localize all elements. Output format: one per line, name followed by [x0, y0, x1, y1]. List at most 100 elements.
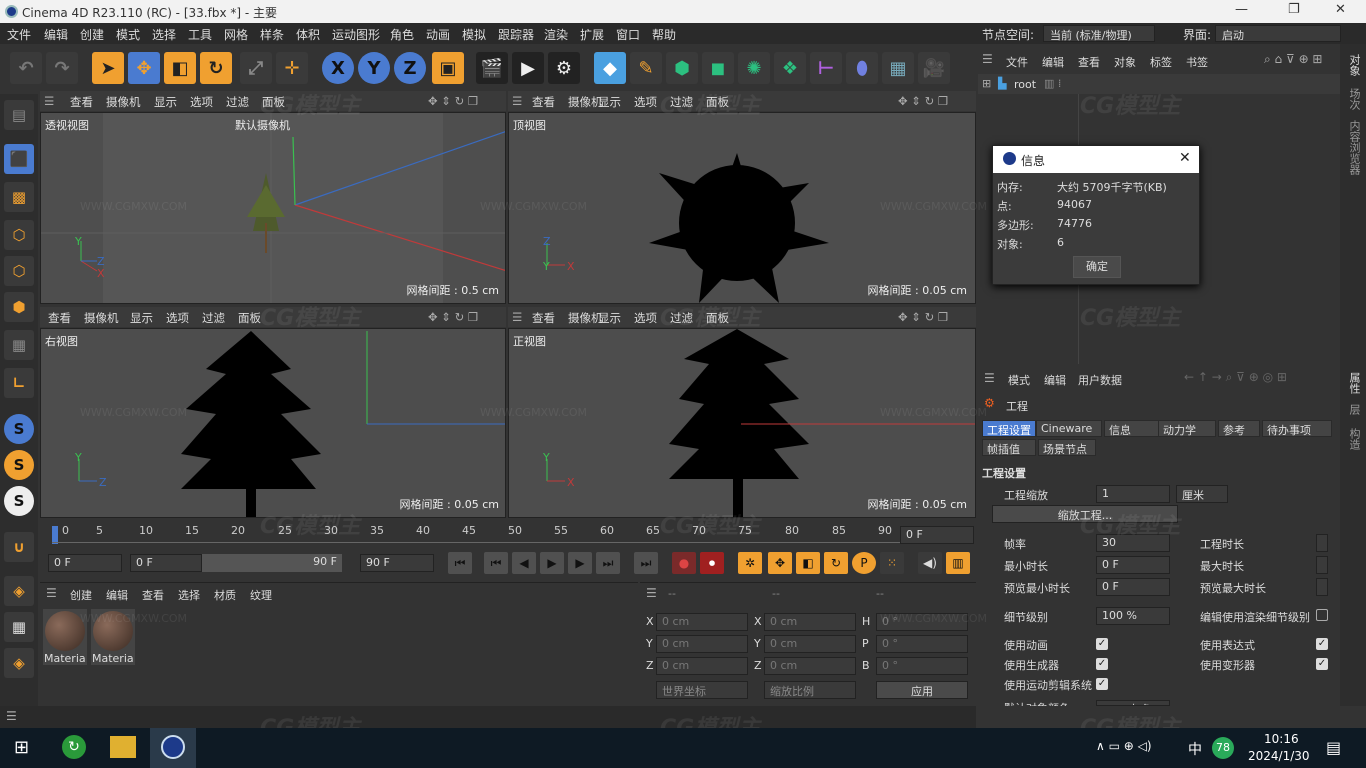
- vp4-menu-options[interactable]: 选项: [634, 310, 657, 326]
- menu-render[interactable]: 渲染: [544, 26, 568, 43]
- pen-icon[interactable]: ✎: [630, 52, 662, 84]
- menu-mograph[interactable]: 运动图形: [332, 26, 380, 43]
- model-mode-icon[interactable]: ⬛: [4, 144, 34, 174]
- menu-select[interactable]: 选择: [152, 26, 176, 43]
- vtab-attributes[interactable]: 属性: [1346, 372, 1362, 394]
- mat-menu-texture[interactable]: 纹理: [250, 587, 272, 603]
- next-key-icon[interactable]: ⏭: [596, 552, 620, 574]
- polygons-mode-icon[interactable]: ⬢: [4, 292, 34, 322]
- use-motion-system-checkbox[interactable]: ✓: [1096, 678, 1108, 690]
- vp3-menu-view[interactable]: 查看: [48, 310, 71, 326]
- tab-reference[interactable]: 参考: [1218, 420, 1260, 437]
- key-pla-icon[interactable]: ⁙: [880, 552, 904, 574]
- mograph-array-icon[interactable]: ❖: [774, 52, 806, 84]
- menu-animate[interactable]: 动画: [426, 26, 450, 43]
- x-axis-button[interactable]: X: [322, 52, 354, 84]
- dialog-ok-button[interactable]: 确定: [1073, 256, 1121, 278]
- extrude-icon[interactable]: ◼: [702, 52, 734, 84]
- render-view-icon[interactable]: 🎬: [476, 52, 508, 84]
- size-x-field[interactable]: 0 cm: [764, 613, 856, 631]
- points-mode-icon[interactable]: ⬡: [4, 220, 34, 250]
- snap-settings-icon[interactable]: S: [4, 450, 34, 480]
- vp1-menu-camera[interactable]: 摄像机: [106, 94, 141, 110]
- object-visibility-icon[interactable]: ▥ ⁞: [1044, 77, 1061, 90]
- render-to-picture-viewer-icon[interactable]: ▶: [512, 52, 544, 84]
- go-to-end-icon[interactable]: ⏭: [634, 552, 658, 574]
- start-frame-field[interactable]: 0 F: [48, 554, 122, 572]
- attr-menu-edit[interactable]: 编辑: [1044, 372, 1066, 388]
- use-deformers-checkbox[interactable]: ✓: [1316, 658, 1328, 670]
- tab-scene-nodes[interactable]: 场景节点: [1038, 439, 1096, 456]
- menu-character[interactable]: 角色: [390, 26, 414, 43]
- notification-icon[interactable]: ▤: [1326, 738, 1341, 757]
- obj-menu-object[interactable]: 对象: [1114, 54, 1136, 70]
- attr-menu-userdata[interactable]: 用户数据: [1078, 372, 1122, 388]
- preview-min-field[interactable]: 0 F: [1096, 578, 1170, 596]
- use-generators-checkbox[interactable]: ✓: [1096, 658, 1108, 670]
- project-scale-field[interactable]: 1: [1096, 485, 1170, 503]
- project-unit-dropdown[interactable]: 厘米: [1176, 485, 1228, 503]
- vtab-content-browser[interactable]: 内容浏览器: [1346, 120, 1362, 175]
- previous-frame-icon[interactable]: ◀: [512, 552, 536, 574]
- security-badge[interactable]: 78: [1212, 737, 1234, 759]
- browser-app-icon[interactable]: ↻: [62, 735, 86, 759]
- menu-edit[interactable]: 编辑: [44, 26, 68, 43]
- play-icon[interactable]: ▶: [540, 552, 564, 574]
- previous-key-icon[interactable]: ⏮: [484, 552, 508, 574]
- workplane-icon[interactable]: ◈: [4, 576, 34, 606]
- windows-start-icon[interactable]: ⊞: [14, 737, 29, 758]
- vp1-menu-filter[interactable]: 过滤: [226, 94, 249, 110]
- clock-date[interactable]: 2024/1/30: [1248, 749, 1310, 763]
- pos-z-field[interactable]: 0 cm: [656, 657, 748, 675]
- clock-time[interactable]: 10:16: [1264, 732, 1299, 746]
- obj-menu-bookmark[interactable]: 书签: [1186, 54, 1208, 70]
- pos-y-field[interactable]: 0 cm: [656, 635, 748, 653]
- viewport-right[interactable]: 右视图 Y Z 网格间距 : 0.05 cm: [40, 328, 506, 518]
- tab-todo[interactable]: 待办事项: [1262, 420, 1332, 437]
- render-settings-icon[interactable]: ⚙: [548, 52, 580, 84]
- menu-file[interactable]: 文件: [7, 26, 31, 43]
- minimize-button[interactable]: —: [1235, 2, 1248, 17]
- dialog-close-button[interactable]: ✕: [1179, 150, 1191, 166]
- viewport-hamburger-icon[interactable]: ☰: [512, 94, 522, 108]
- record-icon[interactable]: ●: [672, 552, 696, 574]
- object-search-icon[interactable]: ⌕ ⌂ ⊽ ⊕ ⊞: [1264, 52, 1323, 67]
- camera-icon[interactable]: 🎥: [918, 52, 950, 84]
- menu-window[interactable]: 窗口: [616, 26, 640, 43]
- snap-icon[interactable]: S: [4, 414, 34, 444]
- use-animation-checkbox[interactable]: ✓: [1096, 638, 1108, 650]
- make-editable-icon[interactable]: ▤: [4, 100, 34, 130]
- node-space-dropdown[interactable]: 当前 (标准/物理): [1043, 25, 1155, 42]
- snap-3d-icon[interactable]: S: [4, 486, 34, 516]
- vtab-structure[interactable]: 构造: [1346, 428, 1362, 450]
- undo-icon[interactable]: ↶: [10, 52, 42, 84]
- select-tool-icon[interactable]: ➤: [92, 52, 124, 84]
- vp3-menu-display[interactable]: 显示: [130, 310, 153, 326]
- max-time-field[interactable]: [1316, 556, 1328, 574]
- mat-menu-edit[interactable]: 编辑: [106, 587, 128, 603]
- default-color-dropdown[interactable]: 60% 灰色: [1096, 700, 1170, 706]
- move-tool-icon[interactable]: ✥: [128, 52, 160, 84]
- attr-menu-mode[interactable]: 模式: [1008, 372, 1030, 388]
- obj-menu-tag[interactable]: 标签: [1150, 54, 1172, 70]
- vp3-menu-filter[interactable]: 过滤: [202, 310, 225, 326]
- close-button[interactable]: ✕: [1335, 2, 1346, 17]
- recent-tool-icon[interactable]: ⤢: [240, 52, 272, 84]
- mat-menu-create[interactable]: 创建: [70, 587, 92, 603]
- range-end-field[interactable]: 90 F: [292, 554, 342, 572]
- rot-p-field[interactable]: 0 °: [876, 635, 968, 653]
- current-frame-field[interactable]: 0 F: [900, 526, 974, 544]
- project-time-field[interactable]: [1316, 534, 1328, 552]
- vtab-objects[interactable]: 对象: [1346, 54, 1362, 76]
- deformer-icon[interactable]: ⊢: [810, 52, 842, 84]
- size-z-field[interactable]: 0 cm: [764, 657, 856, 675]
- keyframe-selection-icon[interactable]: ✲: [738, 552, 762, 574]
- vtab-takes[interactable]: 场次: [1346, 88, 1362, 110]
- tray-icons[interactable]: ∧ ▭ ⊕ ◁): [1096, 739, 1152, 753]
- world-coords-dropdown[interactable]: 世界坐标: [656, 681, 748, 699]
- mat-menu-material[interactable]: 材质: [214, 587, 236, 603]
- cube-icon[interactable]: ◆: [594, 52, 626, 84]
- preview-max-field[interactable]: [1316, 578, 1328, 596]
- uv-mode-icon[interactable]: ▦: [4, 330, 34, 360]
- menu-mesh[interactable]: 网格: [224, 26, 248, 43]
